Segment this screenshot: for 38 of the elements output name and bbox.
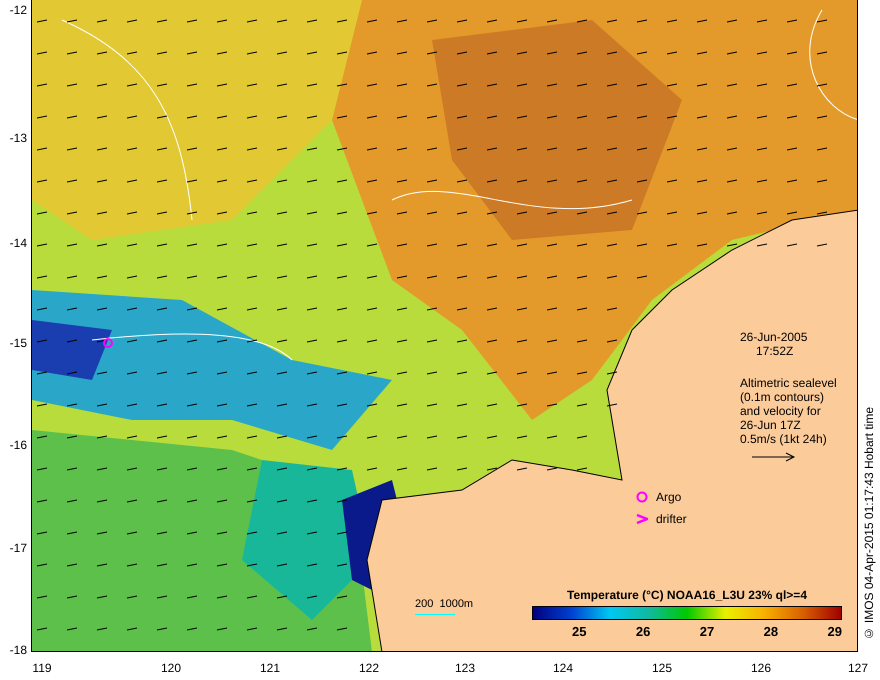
altimetry-note: 26-Jun 17Z bbox=[740, 418, 802, 432]
longitude-label: 124 bbox=[552, 661, 574, 675]
depth-contour-line bbox=[415, 614, 455, 615]
latitude-label: -14 bbox=[10, 236, 27, 250]
latitude-label: -12 bbox=[10, 3, 27, 17]
altimetry-note: Altimetric sealevel bbox=[740, 376, 837, 390]
copyright-credit: © IMOS 04-Apr-2015 01:17:43 Hobart time bbox=[862, 406, 876, 640]
chevron-marker-icon bbox=[636, 513, 648, 525]
longitude-label: 121 bbox=[260, 661, 280, 675]
longitude-label: 123 bbox=[454, 661, 476, 675]
argo-float-marker-icon bbox=[102, 337, 114, 349]
latitude-label: -15 bbox=[10, 336, 27, 350]
longitude-label: 125 bbox=[652, 661, 672, 675]
time-label: 17:52Z bbox=[756, 344, 794, 358]
latitude-label: -18 bbox=[10, 643, 27, 657]
longitude-label: 120 bbox=[160, 661, 182, 675]
altimetry-note: (0.1m contours) bbox=[740, 390, 826, 404]
colorbar-tick-label: 28 bbox=[764, 624, 778, 639]
colorbar-tick-label: 26 bbox=[636, 624, 650, 639]
latitude-label: -17 bbox=[10, 541, 27, 555]
colorbar-tick-label: 29 bbox=[828, 624, 842, 639]
altimetry-note: and velocity for bbox=[740, 404, 822, 418]
latitude-label: -16 bbox=[10, 438, 27, 452]
date-label: 26-Jun-2005 bbox=[740, 330, 808, 344]
velocity-arrow-icon bbox=[752, 452, 796, 462]
legend-label: Argo bbox=[656, 490, 682, 504]
colorbar-tick-label: 27 bbox=[700, 624, 714, 639]
longitude-label: 127 bbox=[848, 661, 868, 675]
longitude-label: 126 bbox=[750, 661, 772, 675]
circle-marker-icon bbox=[636, 491, 648, 503]
longitude-label: 119 bbox=[32, 661, 52, 675]
colorbar-tick-label: 25 bbox=[572, 624, 586, 639]
depth-scale-label: 200 1000m bbox=[415, 598, 474, 610]
legend-label: drifter bbox=[656, 512, 687, 526]
colorbar-title: Temperature (°C) NOAA16_L3U 23% ql>=4 bbox=[566, 588, 808, 602]
latitude-label: -13 bbox=[10, 131, 27, 145]
altimetry-note: 0.5m/s (1kt 24h) bbox=[740, 432, 828, 446]
longitude-label: 122 bbox=[358, 661, 380, 675]
